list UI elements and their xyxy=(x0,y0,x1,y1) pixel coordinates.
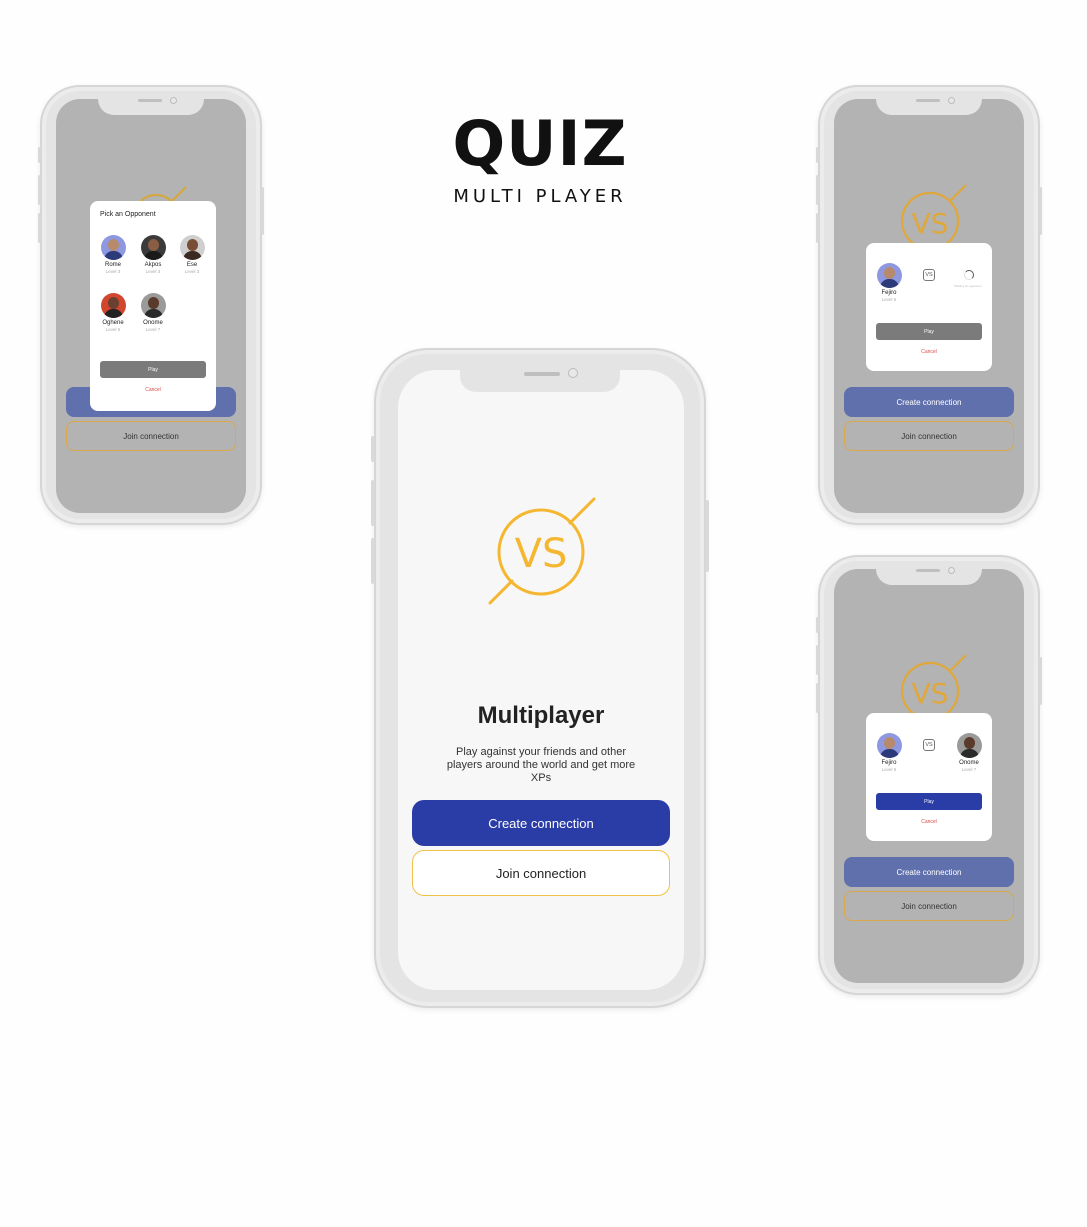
join-connection-button[interactable]: Join connection xyxy=(844,421,1014,451)
opponent-rome[interactable]: Rome Level 3 xyxy=(93,235,133,274)
opponent-onome: Onome Level 7 xyxy=(949,733,989,772)
phone-matched: VS Create connection Join connection Fej… xyxy=(816,555,1042,995)
camera-icon xyxy=(948,567,955,574)
phone-main: VS Multiplayer Play against your friends… xyxy=(371,348,709,1008)
matched-modal: Fejiro Level 5 VS Onome Level 7 Play Can… xyxy=(866,713,992,841)
side-button xyxy=(38,175,41,205)
opponent-name: Rome xyxy=(104,262,121,268)
camera-icon xyxy=(948,97,955,104)
side-button xyxy=(38,147,41,163)
vs-badge: VS xyxy=(923,739,935,751)
opponent-oghene[interactable]: Oghene Level 5 xyxy=(93,293,133,332)
speaker-icon xyxy=(138,99,162,102)
vs-logo-icon: VS xyxy=(488,497,596,605)
showcase-canvas: QUIZ MULTI PLAYER Join connection Pick a… xyxy=(0,0,1087,1227)
avatar-fejiro xyxy=(876,733,902,758)
avatar-onome xyxy=(140,293,166,318)
opponent-ese[interactable]: Ese Level 3 xyxy=(172,235,212,274)
waiting-text: Waiting for opponent xyxy=(954,284,982,288)
player-name: Fejiro xyxy=(881,290,897,296)
quiz-subtitle: MULTI PLAYER xyxy=(453,186,627,207)
avatar-onome xyxy=(956,733,982,758)
join-connection-button[interactable]: Join connection xyxy=(412,850,670,896)
avatar-fejiro xyxy=(876,263,902,288)
opponent-name: Onome xyxy=(143,320,163,326)
side-button xyxy=(1039,187,1042,235)
speaker-icon xyxy=(524,372,560,376)
avatar-oghene xyxy=(100,293,126,318)
player-level: Level 5 xyxy=(881,767,897,772)
side-button xyxy=(371,480,375,526)
side-button xyxy=(816,213,819,243)
join-connection-button[interactable]: Join connection xyxy=(844,891,1014,921)
phone-screen: VS Create connection Join connection Fej… xyxy=(834,569,1024,983)
opponent-name: Onome xyxy=(959,760,979,766)
phone-pick-opponent: Join connection Pick an Opponent Rome Le… xyxy=(38,85,264,525)
player-name: Fejiro xyxy=(881,760,897,766)
side-button xyxy=(816,147,819,163)
avatar-rome xyxy=(100,235,126,260)
opponent-onome[interactable]: Onome Level 7 xyxy=(133,293,173,332)
join-connection-button[interactable]: Join connection xyxy=(66,421,236,451)
opponent-name: Oghene xyxy=(102,320,124,326)
opponent-level: Level 7 xyxy=(145,327,161,332)
cancel-button[interactable]: Cancel xyxy=(90,387,216,393)
phone-screen: Join connection Pick an Opponent Rome Le… xyxy=(56,99,246,513)
side-button xyxy=(1039,657,1042,705)
side-button xyxy=(38,213,41,243)
modal-title: Pick an Opponent xyxy=(100,211,156,218)
phone-screen: VS Create connection Join connection Fej… xyxy=(834,99,1024,513)
multiplayer-screen: VS Multiplayer Play against your friends… xyxy=(398,370,684,990)
create-connection-button[interactable]: Create connection xyxy=(844,387,1014,417)
waiting-modal: Fejiro Level 5 VS Waiting for opponent P… xyxy=(866,243,992,371)
create-connection-button[interactable]: Create connection xyxy=(844,857,1014,887)
cancel-button[interactable]: Cancel xyxy=(866,819,992,825)
vs-badge: VS xyxy=(923,269,935,281)
player-fejiro: Fejiro Level 5 xyxy=(869,263,909,302)
camera-icon xyxy=(170,97,177,104)
opponent-level: Level 3 xyxy=(184,269,200,274)
title-block: QUIZ MULTI PLAYER xyxy=(420,107,660,208)
side-button xyxy=(816,175,819,205)
play-button[interactable]: Play xyxy=(876,323,982,340)
phone-screen: VS Multiplayer Play against your friends… xyxy=(398,370,684,990)
play-button[interactable]: Play xyxy=(100,361,206,378)
side-button xyxy=(371,538,375,584)
pick-opponent-modal: Pick an Opponent Rome Level 3 Akpos Leve… xyxy=(90,201,216,411)
side-button xyxy=(371,436,375,462)
svg-text:VS: VS xyxy=(912,207,949,240)
svg-text:VS: VS xyxy=(912,677,949,710)
side-button xyxy=(705,500,709,572)
side-button xyxy=(261,187,264,235)
cancel-button[interactable]: Cancel xyxy=(866,349,992,355)
opponent-name: Ese xyxy=(186,262,198,268)
loading-spinner-icon xyxy=(964,270,974,280)
phone-waiting: VS Create connection Join connection Fej… xyxy=(816,85,1042,525)
side-button xyxy=(816,683,819,713)
opponent-akpos[interactable]: Akpos Level 3 xyxy=(133,235,173,274)
player-fejiro: Fejiro Level 5 xyxy=(869,733,909,772)
opponent-level: Level 3 xyxy=(145,269,161,274)
opponent-name: Akpos xyxy=(144,262,162,268)
opponent-level: Level 3 xyxy=(105,269,121,274)
avatar-ese xyxy=(179,235,205,260)
vs-logo-text: VS xyxy=(515,531,568,577)
play-button[interactable]: Play xyxy=(876,793,982,810)
quiz-title: QUIZ xyxy=(452,107,628,180)
page-description: Play against your friends and other play… xyxy=(446,746,636,784)
side-button xyxy=(816,617,819,633)
camera-icon xyxy=(568,368,578,378)
speaker-icon xyxy=(916,569,940,572)
opponent-level: Level 7 xyxy=(961,767,977,772)
avatar-akpos xyxy=(140,235,166,260)
side-button xyxy=(816,645,819,675)
speaker-icon xyxy=(916,99,940,102)
player-level: Level 5 xyxy=(881,297,897,302)
opponent-level: Level 5 xyxy=(105,327,121,332)
page-title: Multiplayer xyxy=(477,702,605,729)
create-connection-button[interactable]: Create connection xyxy=(412,800,670,846)
